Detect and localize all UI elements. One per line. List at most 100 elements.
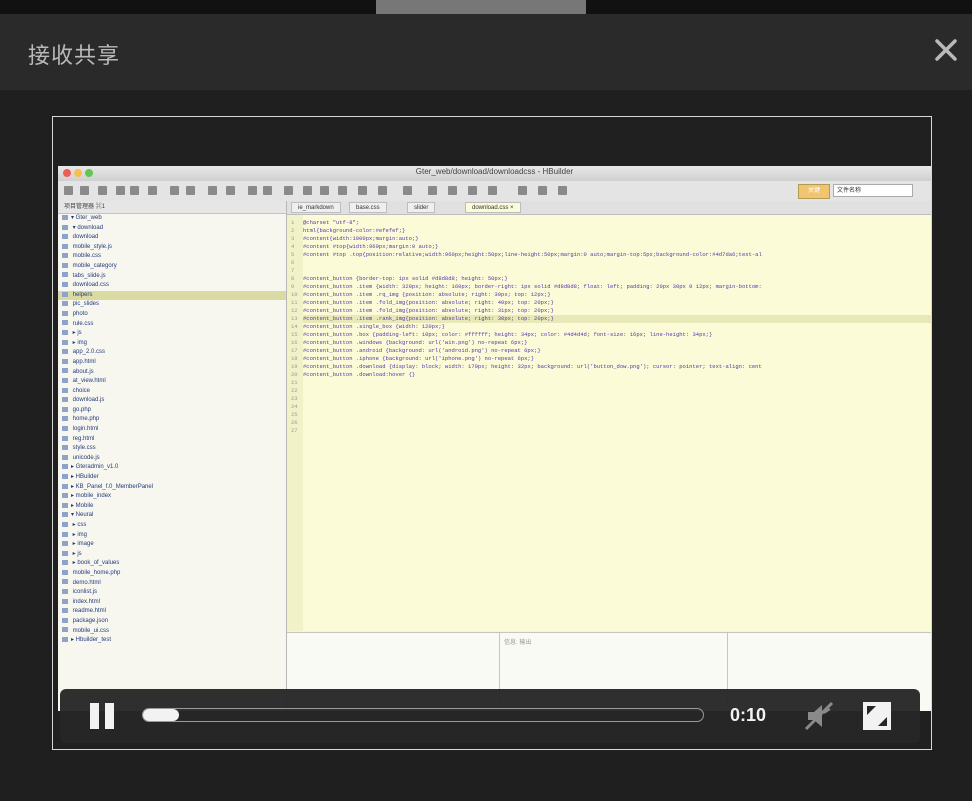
tree-item[interactable]: pic_slides (58, 300, 286, 310)
line-number: 23 (291, 395, 298, 402)
tree-item[interactable]: ▸ js (58, 550, 286, 560)
tree-item[interactable]: mobile_category (58, 262, 286, 272)
tree-item[interactable]: ▾ Neural (58, 511, 286, 521)
close-icon[interactable] (926, 30, 966, 70)
tree-item[interactable]: readme.html (58, 607, 286, 617)
tree-item[interactable]: photo (58, 310, 286, 320)
tree-item[interactable]: ▸ book_of_values (58, 559, 286, 569)
line-number: 20 (291, 371, 298, 378)
tree-item[interactable]: go.php (58, 406, 286, 416)
toolbar-tool-icon (226, 186, 235, 195)
player-controls: 0:10 (60, 689, 920, 743)
tree-item[interactable]: mobile.css (58, 252, 286, 262)
tree-item-label: ▸ js (71, 550, 82, 557)
tree-item[interactable]: ▾ Gter_web (58, 214, 286, 224)
code-line: 5 #content #top .top{position:relative;wi… (291, 251, 762, 259)
tree-item[interactable]: helpers (58, 290, 286, 301)
tree-item-label: photo (71, 310, 88, 317)
tree-item[interactable]: ▸ img (58, 339, 286, 349)
code-text: #content_button .download {display: bloc… (303, 363, 762, 370)
tree-item-label: download.js (71, 397, 105, 404)
code-line: 15 #content_button .box {padding-left: 10… (291, 331, 712, 339)
tree-item[interactable]: ▸ Mobile (58, 502, 286, 512)
code-line: 7 (291, 267, 303, 275)
tree-item-label: login.html (71, 426, 99, 433)
code-line: 16 #content_button .windows {background: … (291, 339, 527, 347)
code-text: #content_button .single_box {width: 120p… (303, 323, 445, 330)
toolbar-tool-icon (378, 186, 387, 195)
toolbar-tool-icon (148, 186, 157, 195)
tree-item[interactable]: mobile_ui.css (58, 627, 286, 637)
tree-item[interactable]: ▸ css (58, 521, 286, 531)
code-line: 23 (291, 395, 303, 403)
tree-item[interactable]: rule.css (58, 320, 286, 330)
shared-screen[interactable]: Gter_web/download/downloadcss - HBuilder… (58, 166, 931, 711)
tree-item-label: ▸ KB_Panel_f.0_MemberPanel (71, 483, 154, 490)
line-number: 25 (291, 411, 298, 418)
code-text: #content{width:1000px;margin:auto;} (303, 235, 419, 242)
tree-item[interactable]: tabs_slide.js (58, 272, 286, 282)
tree-item[interactable]: package.json (58, 617, 286, 627)
tree-item-label: readme.html (71, 608, 107, 615)
tree-item[interactable]: download.css (58, 281, 286, 291)
code-line: 26 (291, 419, 303, 427)
toolbar-tool-icon (320, 186, 329, 195)
folder-icon (62, 301, 68, 307)
tree-item[interactable]: demo.html (58, 579, 286, 589)
tree-item[interactable]: unicode.js (58, 454, 286, 464)
editor-tab[interactable]: download.css × (465, 202, 521, 213)
folder-icon (62, 214, 68, 220)
tree-item[interactable]: ▸ js (58, 329, 286, 339)
tree-item[interactable]: reg.html (58, 435, 286, 445)
folder-icon (62, 493, 68, 499)
code-line: 18 #content_button .iphone {background: u… (291, 355, 534, 363)
tree-item[interactable]: app_2.0.css (58, 348, 286, 358)
line-number: 1 (291, 219, 295, 226)
editor-tab[interactable]: slider (407, 202, 436, 213)
project-tree: ▾ Gter_web ▾ download download mobile_st… (58, 214, 286, 646)
line-number: 16 (291, 339, 298, 346)
tree-item-label: at_view.html (71, 378, 106, 385)
tree-item[interactable]: ▸ mobile_index (58, 492, 286, 502)
tree-item[interactable]: ▸ KB_Panel_f.0_MemberPanel (58, 483, 286, 493)
tree-item[interactable]: ▾ download (58, 224, 286, 234)
line-number: 15 (291, 331, 298, 338)
tree-item[interactable]: index.html (58, 598, 286, 608)
tree-item[interactable]: iconlist.js (58, 588, 286, 598)
editor-tab[interactable]: base.css (349, 202, 387, 213)
tree-item[interactable]: app.html (58, 358, 286, 368)
tree-item[interactable]: ▸ HBuilder (58, 473, 286, 483)
folder-icon (62, 224, 68, 230)
tree-item-label: app_2.0.css (71, 349, 106, 356)
tree-item[interactable]: ▸ image (58, 540, 286, 550)
toolbar-tool-icon (284, 186, 293, 195)
line-number: 12 (291, 307, 298, 314)
tree-item[interactable]: mobile_style.js (58, 243, 286, 253)
tree-item[interactable]: mobile_home.php (58, 569, 286, 579)
tree-item[interactable]: ▸ Gteradmin_v1.0 (58, 463, 286, 473)
tree-item[interactable]: ▸ Hbuilder_test (58, 636, 286, 646)
folder-icon (62, 589, 68, 595)
time-display: 0:10 (730, 705, 767, 725)
tree-item[interactable]: about.js (58, 368, 286, 378)
pause-icon[interactable] (86, 699, 120, 733)
seek-progress (143, 709, 180, 721)
tree-item[interactable]: home.php (58, 415, 286, 425)
tree-item-label: ▾ download (71, 224, 104, 231)
tree-item[interactable]: download (58, 233, 286, 243)
fullscreen-icon[interactable] (862, 701, 892, 731)
tree-item[interactable]: at_view.html (58, 377, 286, 387)
seek-bar[interactable] (142, 708, 704, 722)
tree-item[interactable]: style.css (58, 444, 286, 454)
tree-item[interactable]: download.js (58, 396, 286, 406)
code-line: 6 (291, 259, 303, 267)
folder-icon (62, 406, 68, 412)
tree-item[interactable]: login.html (58, 425, 286, 435)
code-line: 8 #content_button {border-top: 1px solid … (291, 275, 508, 283)
toolbar-tool-icon (538, 186, 547, 195)
volume-muted-icon[interactable] (802, 699, 836, 733)
tree-item[interactable]: ▸ img (58, 531, 286, 541)
tree-item[interactable]: choice (58, 387, 286, 397)
code-line: 17 #content_button .android {background: … (291, 347, 541, 355)
editor-tab[interactable]: ie_markdown (291, 202, 341, 213)
